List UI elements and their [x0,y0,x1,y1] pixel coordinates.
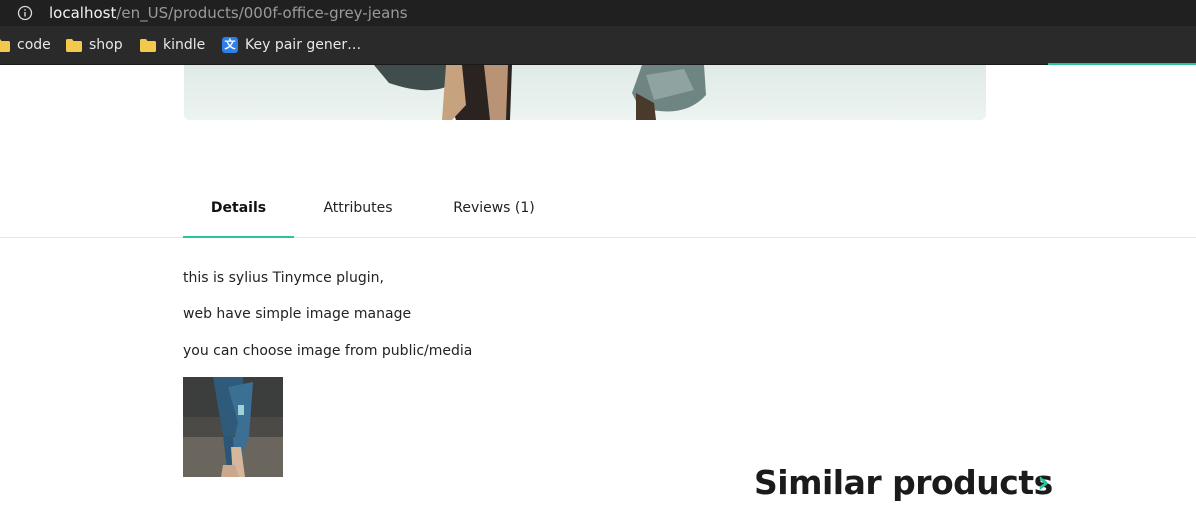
browser-address-bar[interactable]: localhost/en_US/products/000f-office-gre… [0,0,1196,26]
bookmark-label: kindle [163,37,206,53]
tab-reviews[interactable]: Reviews (1) [440,183,548,237]
folder-icon [66,38,82,52]
bookmark-key-pair[interactable]: 文 Key pair gener… [222,36,361,54]
similar-products-title: Similar products [754,463,1053,502]
bookmark-label: Key pair gener… [245,37,362,53]
tab-attributes[interactable]: Attributes [308,183,408,237]
bookmark-code[interactable]: code [0,36,51,54]
product-main-image[interactable] [184,65,986,120]
chevron-right-icon[interactable]: › [1037,465,1049,500]
translate-icon: 文 [222,37,238,53]
details-paragraph: you can choose image from public/media [183,343,473,359]
url-field[interactable]: localhost/en_US/products/000f-office-gre… [49,4,408,22]
url-host: localhost [49,4,117,22]
product-tabs: Details Attributes Reviews (1) [0,183,1196,238]
bookmarks-bar: code shop kindle 文 Key pair gener… [0,26,1196,65]
details-paragraph: this is sylius Tinymce plugin, [183,270,384,286]
url-path: /en_US/products/000f-office-grey-jeans [116,4,408,22]
product-photo [184,65,986,120]
bookmark-label: code [17,37,51,53]
accent-divider [1048,63,1196,65]
info-icon[interactable] [17,5,33,21]
details-paragraph: web have simple image manage [183,306,412,322]
details-inline-image[interactable] [183,377,283,477]
bookmark-shop[interactable]: shop [66,36,123,54]
bookmark-label: shop [89,37,123,53]
tab-details[interactable]: Details [183,183,294,238]
folder-icon [0,38,10,52]
bookmark-kindle[interactable]: kindle [140,36,205,54]
folder-icon [140,38,156,52]
